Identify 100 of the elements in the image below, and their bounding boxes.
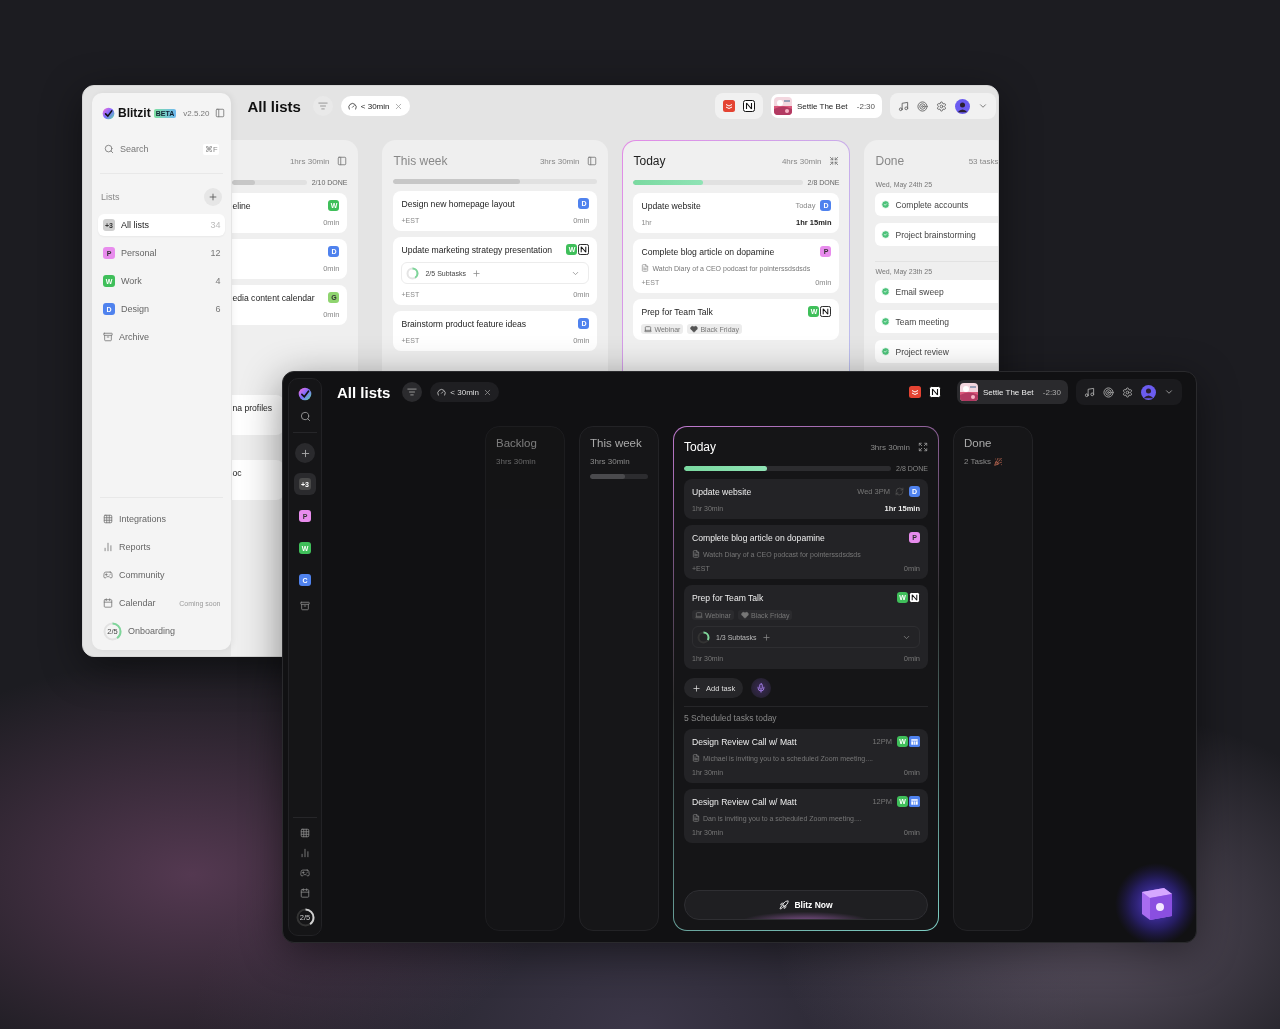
plus-icon[interactable]	[471, 268, 481, 278]
settings-icon[interactable]	[1122, 386, 1133, 398]
task-count: 53 tasks	[968, 156, 998, 166]
task-title: Update website	[641, 200, 702, 212]
track-time: -2:30	[856, 101, 875, 111]
page-title: All lists	[247, 97, 301, 115]
list-count: 12	[210, 248, 221, 258]
filter-button[interactable]	[402, 382, 423, 402]
close-icon[interactable]	[393, 101, 403, 111]
task-title: Email sweep	[895, 286, 944, 297]
track-title: Settle The Bet	[983, 387, 1034, 397]
task-title: Project review	[895, 346, 949, 357]
column-title: Today	[633, 154, 666, 168]
avatar[interactable]	[955, 98, 970, 114]
task-title: Project brainstorming	[895, 229, 976, 240]
add-list-button[interactable]	[295, 443, 315, 463]
plus-icon[interactable]	[762, 632, 772, 642]
bar-chart-icon[interactable]	[300, 848, 310, 858]
check-icon	[881, 347, 891, 356]
list-label: Design	[121, 304, 150, 314]
column-title: Done	[875, 154, 905, 168]
sidebar-item[interactable]: Integrations	[98, 508, 226, 530]
close-icon[interactable]	[483, 387, 493, 397]
shrink-icon[interactable]	[829, 156, 840, 166]
chevron-down-icon[interactable]	[978, 101, 988, 111]
column-title: Today	[684, 440, 717, 454]
filter-chip[interactable]: < 30min	[340, 96, 410, 116]
cube-icon[interactable]	[1114, 862, 1198, 946]
microphone-button[interactable]	[751, 678, 772, 698]
item-label: Calendar	[119, 598, 157, 608]
panel-icon[interactable]	[587, 156, 598, 166]
done-task[interactable]: Email sweep	[875, 280, 998, 303]
item-label: Integrations	[119, 514, 168, 524]
gamepad-icon	[103, 570, 113, 580]
laptop-icon	[644, 325, 653, 333]
plus-icon	[299, 447, 311, 459]
app-icon	[820, 306, 832, 317]
progress-ring	[295, 908, 315, 927]
calendar-icon[interactable]	[300, 888, 310, 898]
check-icon	[881, 317, 891, 326]
sidebar-item[interactable]: Community	[98, 564, 226, 586]
archive-icon[interactable]	[300, 601, 310, 611]
document-icon	[692, 550, 700, 558]
search-icon[interactable]	[299, 411, 311, 422]
music-icon[interactable]	[898, 100, 909, 112]
settings-icon[interactable]	[936, 100, 947, 112]
heart-icon	[740, 611, 749, 619]
target-icon[interactable]	[1103, 386, 1114, 398]
task-title: eline	[232, 200, 252, 212]
column-title: Done	[964, 437, 993, 449]
target-icon[interactable]	[917, 100, 928, 112]
progress-ring	[406, 266, 420, 280]
done-task[interactable]: Project review	[875, 340, 998, 363]
column-duration: 3hrs 30min	[590, 457, 631, 466]
filter-icon	[407, 387, 418, 397]
rocket-icon	[779, 900, 790, 910]
app-icon	[743, 100, 755, 112]
task-title: Prep for Team Talk	[641, 306, 714, 318]
logo-icon	[102, 106, 115, 120]
panel-icon[interactable]	[215, 108, 226, 118]
progress-ring	[697, 630, 710, 644]
gauge-icon	[347, 101, 357, 111]
sidebar-item[interactable]: Reports	[98, 536, 226, 558]
task-card[interactable]: na profiles	[232, 395, 285, 435]
list-label: Work	[121, 276, 143, 286]
task-title: Design Review Call w/ Matt	[692, 736, 798, 748]
search-icon	[104, 144, 114, 154]
item-label: Reports	[119, 542, 152, 552]
app-icon	[578, 244, 590, 255]
task-app-icon[interactable]	[909, 386, 921, 398]
grid-icon[interactable]	[300, 828, 310, 838]
done-task[interactable]: Project brainstorming	[875, 223, 998, 246]
microphone-icon	[756, 683, 767, 693]
chevron-down-icon[interactable]	[1164, 387, 1174, 397]
sidebar-item[interactable]: Archive	[98, 326, 226, 348]
calendar-app-icon	[909, 796, 920, 807]
item-label: Community	[119, 570, 166, 580]
laptop-icon	[695, 611, 703, 619]
music-player[interactable]: Settle The Bet -2:30	[957, 380, 1068, 404]
done-task[interactable]: Complete accounts	[875, 193, 998, 216]
blitz-now-button[interactable]: Blitz Now	[684, 890, 928, 920]
music-player[interactable]: Settle The Bet -2:30	[771, 94, 882, 118]
column-duration: 3hrs 30min	[539, 156, 580, 166]
app-icon	[909, 592, 920, 603]
task-card[interactable]: oc	[232, 460, 285, 500]
panel-icon[interactable]	[337, 156, 348, 166]
expand-icon[interactable]	[918, 442, 928, 452]
section-heading: 5 Scheduled tasks today	[684, 713, 778, 723]
repeat-icon	[895, 487, 904, 496]
plus-icon	[692, 683, 701, 693]
task-title: Update marketing strategy presentation	[401, 244, 553, 256]
filter-chip[interactable]: < 30min	[430, 382, 500, 402]
music-icon[interactable]	[1084, 386, 1095, 398]
check-icon	[881, 200, 891, 209]
column-title: This week	[590, 437, 643, 449]
item-label: Onboarding	[128, 626, 177, 636]
brand-name: Blitzit	[118, 106, 151, 120]
gamepad-icon[interactable]	[300, 868, 310, 878]
done-task[interactable]: Team meeting	[875, 310, 998, 333]
bar-chart-icon	[103, 542, 113, 552]
